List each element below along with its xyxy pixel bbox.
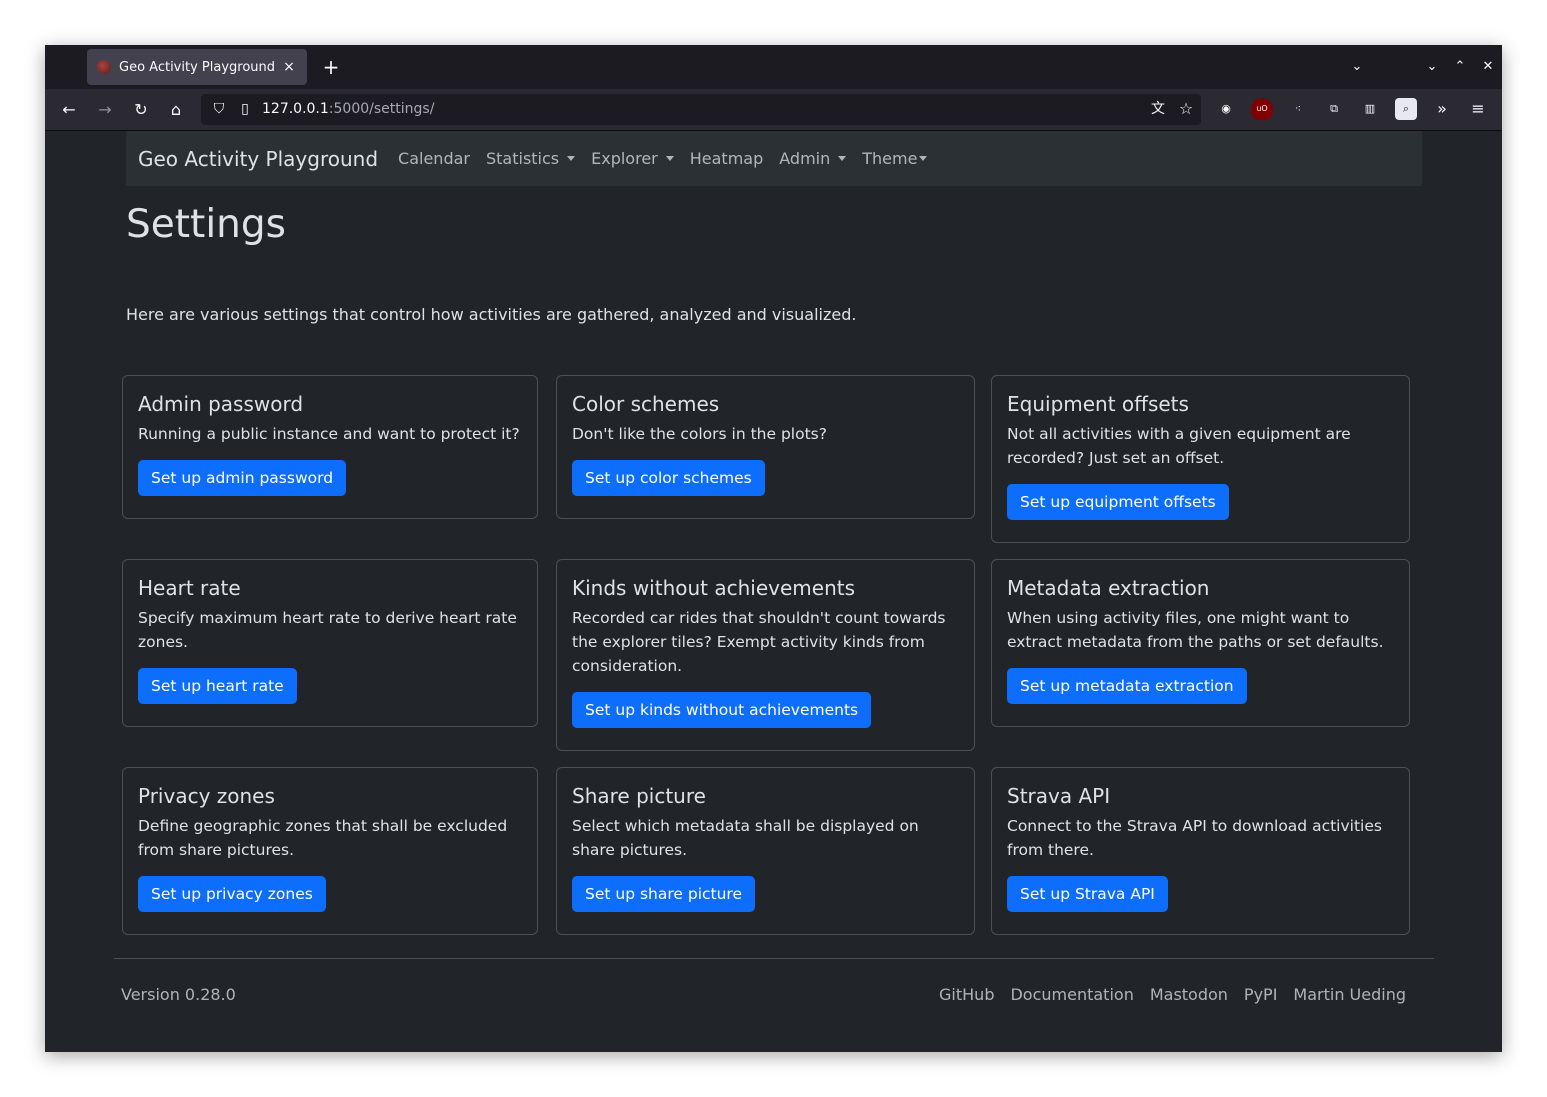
footer-link-github[interactable]: GitHub <box>931 985 1002 1004</box>
card-color-schemes: Color schemes Don't like the colors in t… <box>556 375 975 519</box>
nav-statistics[interactable]: Statistics <box>478 149 583 168</box>
site-navbar: Geo Activity Playground Calendar Statist… <box>126 131 1422 186</box>
navbar-brand[interactable]: Geo Activity Playground <box>138 147 378 171</box>
tab-strip: Geo Activity Playground × + ⌄ ⌄ ⌃ ✕ <box>45 45 1502 89</box>
search-extension-icon[interactable]: ⌕ <box>1395 98 1417 120</box>
card-text: Not all activities with a given equipmen… <box>1007 425 1351 467</box>
account-icon[interactable]: ◉ <box>1215 98 1237 120</box>
close-window-icon[interactable]: ✕ <box>1478 57 1498 77</box>
minimize-icon[interactable]: ⌄ <box>1422 57 1442 77</box>
footer-link-mastodon[interactable]: Mastodon <box>1142 985 1236 1004</box>
card-title: Strava API <box>1007 784 1111 808</box>
nav-calendar[interactable]: Calendar <box>390 149 478 168</box>
footer-link-documentation[interactable]: Documentation <box>1002 985 1141 1004</box>
footer-link-pypi[interactable]: PyPI <box>1236 985 1285 1004</box>
url-bar[interactable]: ⛉ ▯ 127.0.0.1:5000/settings/ 文 ☆ <box>201 94 1201 125</box>
ublock-icon[interactable]: uO <box>1251 98 1273 120</box>
share-picture-button[interactable]: Set up share picture <box>572 876 755 912</box>
card-title: Metadata extraction <box>1007 576 1210 600</box>
color-schemes-button[interactable]: Set up color schemes <box>572 460 765 496</box>
maximize-icon[interactable]: ⌃ <box>1450 57 1470 77</box>
url-text[interactable]: 127.0.0.1:5000/settings/ <box>262 101 434 117</box>
card-privacy-zones: Privacy zones Define geographic zones th… <box>122 767 538 935</box>
nav-toolbar: ← → ↻ ⌂ ⛉ ▯ 127.0.0.1:5000/settings/ 文 ☆… <box>45 89 1502 131</box>
page-lead: Here are various settings that control h… <box>126 305 857 324</box>
caret-down-icon <box>838 156 847 161</box>
tab-title: Geo Activity Playground <box>119 59 276 75</box>
caret-down-icon <box>665 156 674 161</box>
translate-icon[interactable]: 文 <box>1147 98 1169 120</box>
card-strava-api: Strava API Connect to the Strava API to … <box>991 767 1410 935</box>
bookmark-star-icon[interactable]: ☆ <box>1175 98 1197 120</box>
equipment-offsets-button[interactable]: Set up equipment offsets <box>1007 484 1229 520</box>
overflow-chevrons-icon[interactable]: » <box>1431 98 1453 120</box>
card-text: Recorded car rides that shouldn't count … <box>572 609 946 675</box>
version-text: Version 0.28.0 <box>121 985 236 1004</box>
card-metadata-extraction: Metadata extraction When using activity … <box>991 559 1410 727</box>
page-title: Settings <box>126 202 286 247</box>
menu-hamburger-icon[interactable]: ≡ <box>1467 98 1489 120</box>
extensions-puzzle-icon[interactable]: ⧉ <box>1323 98 1345 120</box>
card-text: Don't like the colors in the plots? <box>572 425 827 443</box>
reload-icon[interactable]: ↻ <box>128 97 154 123</box>
card-equipment-offsets: Equipment offsets Not all activities wit… <box>991 375 1410 543</box>
card-title: Share picture <box>572 784 706 808</box>
page-info-icon[interactable]: ▯ <box>235 98 255 120</box>
nav-explorer[interactable]: Explorer <box>583 149 682 168</box>
forward-arrow-icon[interactable]: → <box>92 97 118 123</box>
card-kinds-without-achievements: Kinds without achievements Recorded car … <box>556 559 975 751</box>
sidebar-icon[interactable]: ▥ <box>1359 98 1381 120</box>
new-tab-button[interactable]: + <box>319 55 343 79</box>
card-title: Equipment offsets <box>1007 392 1189 416</box>
caret-down-icon <box>919 156 928 161</box>
card-text: Running a public instance and want to pr… <box>138 425 520 443</box>
footer-links: GitHub Documentation Mastodon PyPI Marti… <box>931 985 1414 1004</box>
privacy-zones-button[interactable]: Set up privacy zones <box>138 876 326 912</box>
browser-tab[interactable]: Geo Activity Playground × <box>87 49 307 85</box>
nav-heatmap[interactable]: Heatmap <box>682 149 772 168</box>
card-admin-password: Admin password Running a public instance… <box>122 375 538 519</box>
favicon-icon <box>97 60 111 74</box>
heart-rate-button[interactable]: Set up heart rate <box>138 668 297 704</box>
back-arrow-icon[interactable]: ← <box>56 97 82 123</box>
extension-dots-icon[interactable]: ⁖ <box>1287 98 1309 120</box>
card-text: Connect to the Strava API to download ac… <box>1007 817 1382 859</box>
caret-down-icon <box>567 156 576 161</box>
browser-window: Geo Activity Playground × + ⌄ ⌄ ⌃ ✕ ← → … <box>45 45 1502 1052</box>
card-title: Heart rate <box>138 576 241 600</box>
card-text: Define geographic zones that shall be ex… <box>138 817 508 859</box>
metadata-extraction-button[interactable]: Set up metadata extraction <box>1007 668 1247 704</box>
admin-password-button[interactable]: Set up admin password <box>138 460 347 496</box>
footer-divider <box>114 958 1434 959</box>
card-title: Privacy zones <box>138 784 275 808</box>
card-title: Kinds without achievements <box>572 576 856 600</box>
card-text: Specify maximum heart rate to derive hea… <box>138 609 517 651</box>
kinds-without-achievements-button[interactable]: Set up kinds without achievements <box>572 692 872 728</box>
card-text: When using activity files, one might wan… <box>1007 609 1384 651</box>
tab-close-icon[interactable]: × <box>279 59 299 75</box>
card-share-picture: Share picture Select which metadata shal… <box>556 767 975 935</box>
page-content: Geo Activity Playground Calendar Statist… <box>45 131 1502 1052</box>
shield-icon[interactable]: ⛉ <box>209 98 229 120</box>
strava-api-button[interactable]: Set up Strava API <box>1007 876 1168 912</box>
footer-link-author[interactable]: Martin Ueding <box>1285 985 1414 1004</box>
card-text: Select which metadata shall be displayed… <box>572 817 919 859</box>
card-heart-rate: Heart rate Specify maximum heart rate to… <box>122 559 538 727</box>
card-title: Color schemes <box>572 392 720 416</box>
nav-theme[interactable]: Theme <box>854 149 935 168</box>
home-icon[interactable]: ⌂ <box>163 97 189 123</box>
card-title: Admin password <box>138 392 304 416</box>
tab-list-chevron-icon[interactable]: ⌄ <box>1347 57 1367 77</box>
nav-admin[interactable]: Admin <box>771 149 854 168</box>
